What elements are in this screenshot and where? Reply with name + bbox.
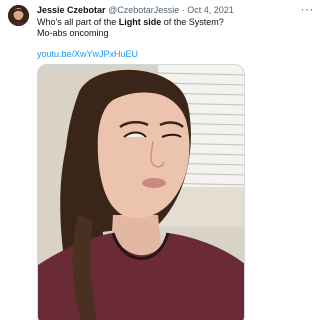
- selfie-photo: [38, 65, 244, 320]
- tweet-link[interactable]: youtu.be/XwYwJPxHuEU: [37, 49, 138, 59]
- tweet-text-part1: Who's all part of the: [37, 17, 119, 27]
- tweet-header: Jessie Czebotar @CzebotarJessie · Oct 4,…: [37, 5, 234, 16]
- separator-dot: ·: [181, 5, 185, 15]
- tweet-text-line-2: Mo-abs oncoming: [37, 28, 109, 38]
- author-handle[interactable]: @CzebotarJessie: [108, 5, 179, 15]
- tweet-text-bold: Light side: [118, 17, 162, 27]
- tweet-text-part2: of the System?: [161, 17, 224, 27]
- author-name[interactable]: Jessie Czebotar: [37, 5, 106, 15]
- tweet-date[interactable]: Oct 4, 2021: [187, 5, 234, 15]
- avatar[interactable]: [8, 5, 29, 26]
- tweet-card[interactable]: Jessie Czebotar @CzebotarJessie · Oct 4,…: [0, 0, 320, 320]
- more-horizontal-icon[interactable]: ···: [301, 2, 315, 16]
- tweet-text: Who's all part of the Light side of the …: [37, 17, 307, 39]
- tweet-media-image[interactable]: [37, 64, 245, 320]
- tweet-text-line-1: Who's all part of the Light side of the …: [37, 17, 307, 28]
